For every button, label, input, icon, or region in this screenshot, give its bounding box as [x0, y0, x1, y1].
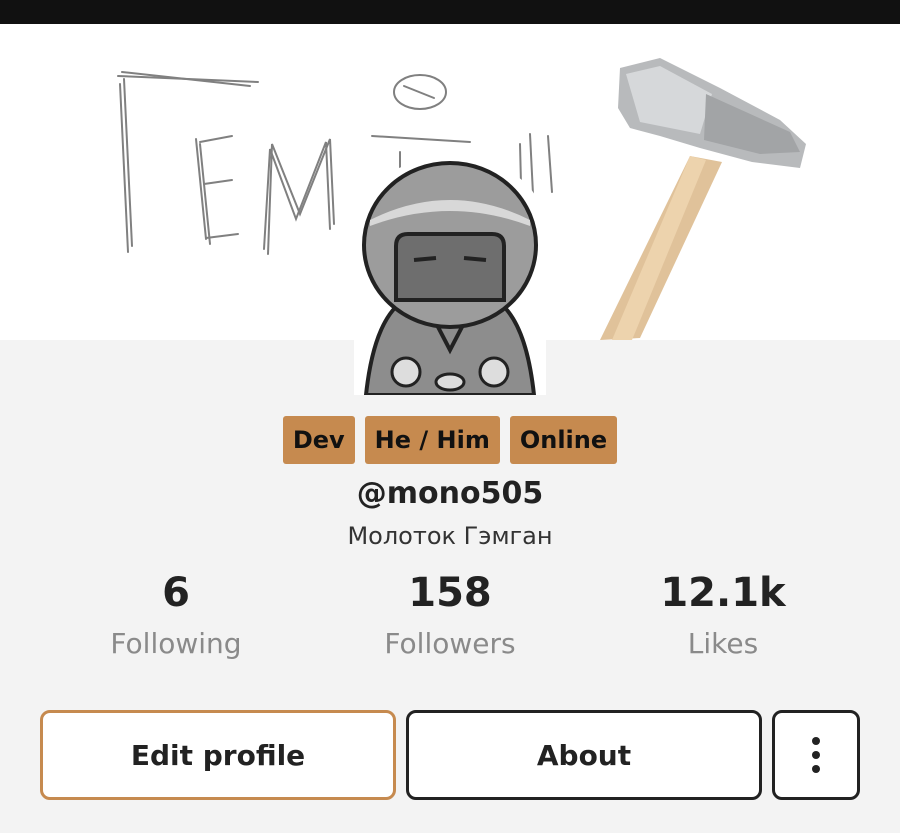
stat-followers[interactable]: 158 Followers	[320, 568, 580, 666]
profile-stats: 6 Following 158 Followers 12.1k Likes	[0, 568, 900, 668]
about-button[interactable]: About	[406, 710, 762, 800]
tag-status: Online	[509, 416, 618, 464]
stat-following-count: 6	[162, 570, 190, 616]
stat-likes[interactable]: 12.1k Likes	[593, 568, 853, 666]
tag-role: Dev	[282, 416, 355, 464]
more-options-button[interactable]	[772, 710, 860, 800]
profile-display-name: Молоток Гэмган	[347, 522, 553, 550]
more-vertical-icon	[812, 737, 820, 773]
stat-following-label: Following	[110, 627, 242, 660]
profile-handle: @mono505	[356, 476, 544, 511]
stat-following[interactable]: 6 Following	[46, 568, 306, 666]
stat-likes-count: 12.1k	[660, 570, 786, 616]
edit-profile-button[interactable]: Edit profile	[40, 710, 396, 800]
status-bar	[0, 0, 900, 24]
profile-tags: Dev He / Him Online	[0, 416, 900, 464]
stat-likes-label: Likes	[687, 627, 759, 660]
stat-followers-label: Followers	[384, 627, 516, 660]
avatar[interactable]	[344, 150, 556, 395]
tag-pronouns: He / Him	[364, 416, 500, 464]
stat-followers-count: 158	[408, 570, 492, 616]
